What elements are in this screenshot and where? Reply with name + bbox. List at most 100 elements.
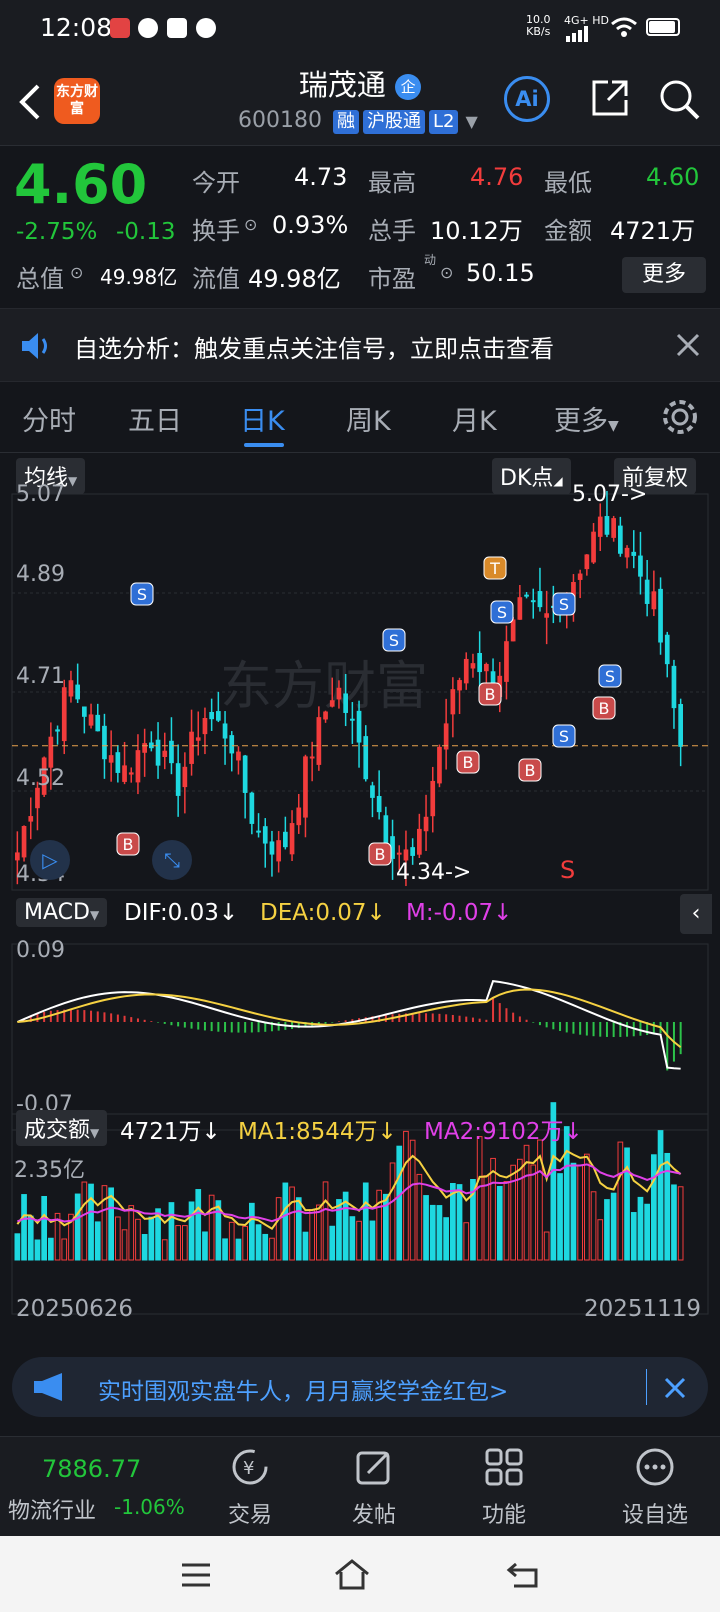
price-axis-1: 5.07: [16, 482, 65, 507]
tab-more[interactable]: 更多▼: [554, 399, 619, 438]
volume-bar: [141, 1234, 148, 1261]
promo-banner[interactable]: 实时围观实盘牛人，月月赢奖学金红包>: [12, 1357, 708, 1417]
close-icon[interactable]: [676, 333, 700, 357]
macd-dea: DEA:0.07↓: [260, 900, 386, 926]
tab-five-day[interactable]: 五日: [128, 399, 182, 438]
volume-ma1: MA1:8544万↓: [238, 1119, 397, 1145]
tab-weekly-k[interactable]: 周K: [346, 399, 391, 438]
candle-body: [678, 704, 683, 747]
banner-divider: [646, 1369, 647, 1405]
volume-bar: [403, 1130, 409, 1261]
volume-bar: [329, 1225, 336, 1261]
net-speed-unit: KB/s: [526, 25, 551, 38]
status-bar: 12:08 10.0 KB/s 4G+ HD: [0, 0, 720, 56]
industry-index[interactable]: 7886.77 物流行业 -1.06%: [0, 1437, 185, 1537]
volume-bar: [396, 1145, 403, 1261]
candle-body: [644, 579, 650, 604]
volume-bar: [27, 1215, 34, 1261]
volume-bar: [657, 1130, 664, 1261]
volume-bar: [262, 1233, 269, 1261]
candle-body: [276, 840, 281, 862]
settings-gear-icon[interactable]: [660, 397, 700, 437]
trade-button[interactable]: ¥ 交易: [200, 1437, 300, 1537]
float-label: 流值: [192, 265, 240, 293]
function-button[interactable]: 功能: [454, 1437, 554, 1537]
volume-bar: [349, 1216, 356, 1261]
share-icon[interactable]: [590, 78, 630, 118]
volume-bar: [530, 1164, 537, 1261]
mktcap-label: 总值: [16, 265, 64, 293]
info-icon[interactable]: ⊙: [244, 215, 257, 234]
candle-body: [303, 756, 308, 818]
tab-indicator: [244, 443, 284, 447]
replay-icon[interactable]: ▷: [30, 840, 70, 880]
candle-body: [296, 807, 302, 826]
volume-bar: [202, 1231, 208, 1261]
volume-bar: [249, 1202, 255, 1261]
index-change: -1.06%: [114, 1495, 185, 1519]
trade-label: 交易: [227, 1503, 272, 1528]
kline-svg[interactable]: 东方财富 S S S S S S T B B B B B B: [0, 454, 720, 1334]
price-axis-4: 4.52: [16, 766, 65, 791]
notice-bar[interactable]: 自选分析：触发重点关注信号，立即点击查看: [0, 308, 720, 382]
candle-body: [597, 516, 603, 537]
ma2-line: [16, 1163, 681, 1223]
volume-bar: [21, 1194, 27, 1261]
volume-bar: [222, 1238, 228, 1261]
mktcap-info-icon[interactable]: ⊙: [70, 263, 83, 282]
volume-bar: [630, 1212, 637, 1261]
stock-code-row[interactable]: 600180 融沪股通 L2 ▼: [238, 108, 478, 134]
candle-body: [95, 714, 101, 732]
volume-bar: [295, 1197, 302, 1261]
svg-text:¥: ¥: [243, 1458, 254, 1479]
volume-bar: [121, 1229, 128, 1261]
volume-bar: [584, 1153, 590, 1261]
volume-bar: [429, 1204, 436, 1261]
collapse-icon[interactable]: ‹: [680, 894, 712, 934]
tag-margin: 融: [332, 110, 359, 134]
candle-body: [671, 665, 677, 709]
candle-body: [68, 680, 74, 697]
volume-bar: [617, 1141, 624, 1261]
post-button[interactable]: 发帖: [324, 1437, 424, 1537]
tag-l2: L2: [428, 110, 459, 134]
search-icon[interactable]: [658, 78, 702, 122]
volume-bar: [115, 1216, 121, 1261]
amount-value: 4721万: [610, 217, 696, 245]
macd-dif: DIF:0.03↓: [124, 900, 239, 926]
battery-icon: [646, 18, 680, 36]
dropdown-icon: ▼: [465, 112, 478, 131]
open-label: 今开: [192, 169, 240, 197]
tab-intraday[interactable]: 分时: [22, 399, 76, 438]
candle-body: [28, 816, 34, 822]
volume-bar: [34, 1239, 41, 1261]
candle-body: [88, 714, 94, 726]
macd-selector[interactable]: MACD▼: [16, 898, 108, 927]
back-nav-icon[interactable]: [506, 1560, 540, 1590]
more-quote-button[interactable]: 更多: [622, 257, 706, 293]
candle-body: [155, 739, 161, 766]
banner-close-icon[interactable]: [664, 1377, 686, 1399]
candle-body: [477, 652, 482, 673]
volume-bar: [637, 1196, 644, 1261]
tab-monthly-k[interactable]: 月K: [452, 399, 497, 438]
fullscreen-icon[interactable]: ⤡: [152, 840, 192, 880]
period-tabs: 分时 五日 日K 周K 月K 更多▼: [0, 383, 720, 453]
tab-daily-k[interactable]: 日K: [240, 399, 285, 438]
volume-bar: [416, 1173, 423, 1261]
signal-label: S: [389, 631, 399, 650]
candle-body: [450, 689, 456, 715]
pe-info-icon[interactable]: ⊙: [440, 263, 453, 282]
turnover-value: 0.93%: [272, 211, 349, 239]
volume-selector[interactable]: 成交额▼: [16, 1110, 108, 1146]
candle-body: [356, 710, 362, 743]
candle-body: [115, 752, 121, 773]
ai-icon[interactable]: Ai: [504, 76, 550, 122]
pe-label: 市盈: [368, 265, 416, 293]
menu-icon[interactable]: [180, 1562, 212, 1588]
home-icon[interactable]: [334, 1558, 370, 1590]
candle-body: [423, 816, 429, 832]
candle-body: [591, 531, 596, 563]
net-speed: 10.0 KB/s: [526, 14, 551, 38]
add-watchlist-button[interactable]: 设自选: [600, 1437, 710, 1537]
